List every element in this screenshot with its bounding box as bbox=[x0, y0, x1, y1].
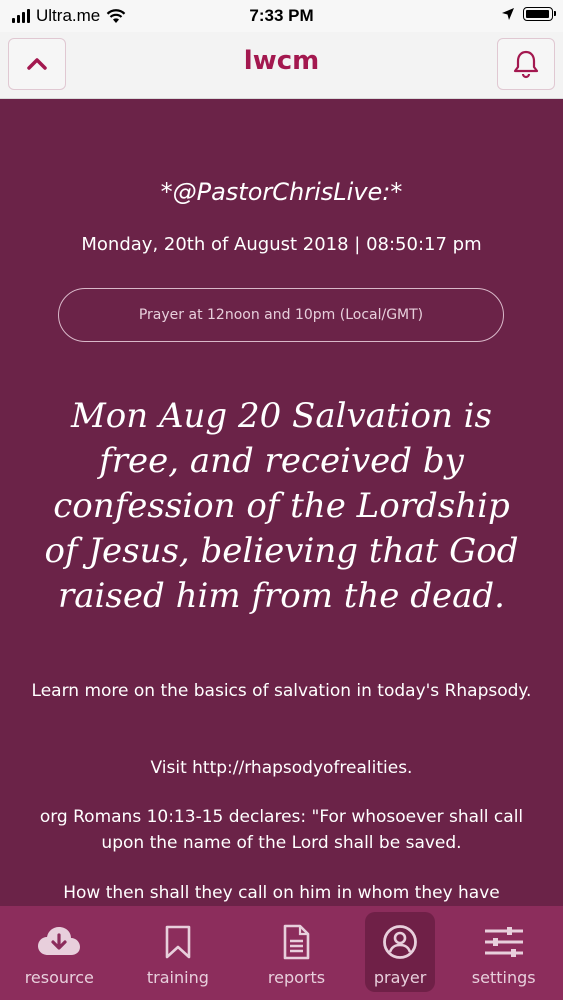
location-arrow-icon bbox=[502, 8, 514, 20]
prayer-message: *@PastorChrisLive:* Monday, 20th of Augu… bbox=[0, 98, 563, 906]
author-handle: *@PastorChrisLive:* bbox=[160, 178, 403, 206]
notifications-button[interactable] bbox=[497, 38, 555, 90]
bookmark-icon bbox=[165, 925, 191, 959]
app-title: lwcm bbox=[243, 46, 320, 76]
nav-prayer[interactable]: prayer bbox=[365, 912, 436, 992]
message-paragraph: Visit http://rhapsodyofrealities. bbox=[150, 758, 413, 778]
message-paragraph: How then shall they call on him in whom … bbox=[63, 883, 500, 903]
user-circle-icon bbox=[383, 925, 417, 959]
clock: 7:33 PM bbox=[249, 6, 314, 25]
bell-icon bbox=[513, 50, 539, 79]
document-icon bbox=[284, 924, 310, 960]
bottom-nav: resource training reports prayer setting… bbox=[0, 906, 563, 1000]
message-paragraph: org Romans 10:13-15 declares: "For whoso… bbox=[39, 807, 524, 853]
app-header: lwcm bbox=[0, 32, 563, 99]
status-bar: Ultra.me 7:33 PM bbox=[0, 0, 563, 32]
nav-training[interactable]: training bbox=[128, 912, 228, 992]
nav-label: training bbox=[146, 968, 209, 987]
nav-label: settings bbox=[471, 968, 536, 987]
message-headline: Mon Aug 20 Salvation is free, and receiv… bbox=[44, 396, 519, 616]
nav-resource[interactable]: resource bbox=[9, 912, 109, 992]
nav-settings[interactable]: settings bbox=[454, 912, 554, 992]
nav-label: prayer bbox=[373, 968, 427, 987]
nav-label: reports bbox=[267, 968, 326, 987]
prayer-times-label: Prayer at 12noon and 10pm (Local/GMT) bbox=[138, 307, 424, 323]
nav-label: resource bbox=[24, 968, 94, 987]
message-paragraph: Learn more on the basics of salvation in… bbox=[31, 681, 532, 701]
nav-reports[interactable]: reports bbox=[246, 912, 346, 992]
cloud-download-icon bbox=[38, 927, 81, 955]
prayer-times-button[interactable]: Prayer at 12noon and 10pm (Local/GMT) bbox=[58, 288, 504, 342]
message-datetime: Monday, 20th of August 2018 | 08:50:17 p… bbox=[81, 234, 482, 255]
battery-icon bbox=[523, 7, 556, 21]
sliders-icon bbox=[484, 927, 523, 957]
